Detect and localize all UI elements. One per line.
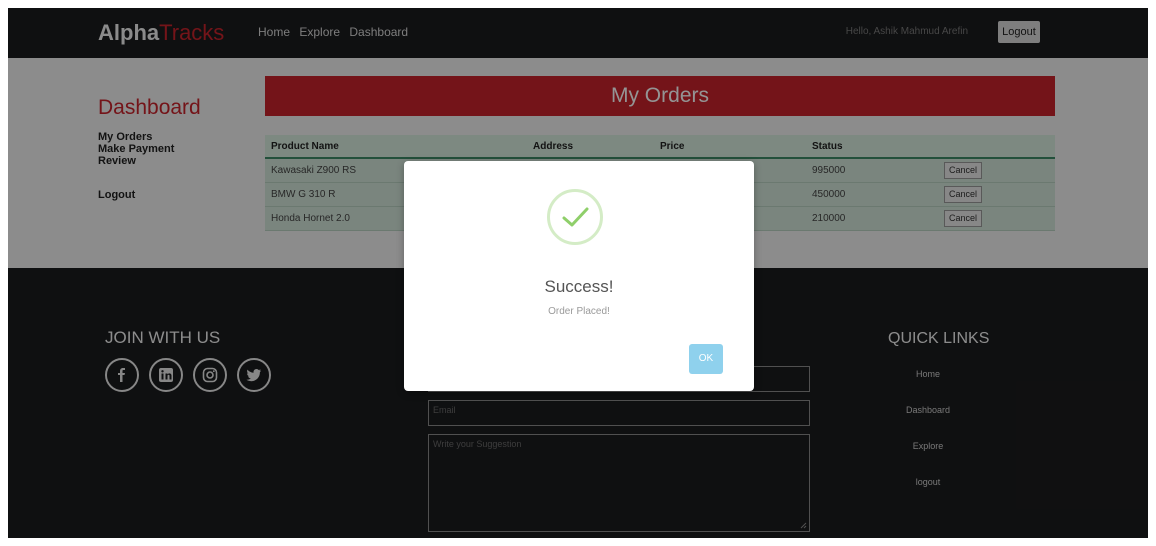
modal-message: Order Placed! [548, 306, 610, 317]
success-modal: Success! Order Placed! OK [404, 161, 754, 391]
ok-button[interactable]: OK [689, 344, 723, 374]
modal-title: Success! [544, 277, 614, 296]
checkmark-icon [547, 189, 603, 245]
page: AlphaTracks Home Explore Dashboard Hello… [8, 8, 1148, 538]
